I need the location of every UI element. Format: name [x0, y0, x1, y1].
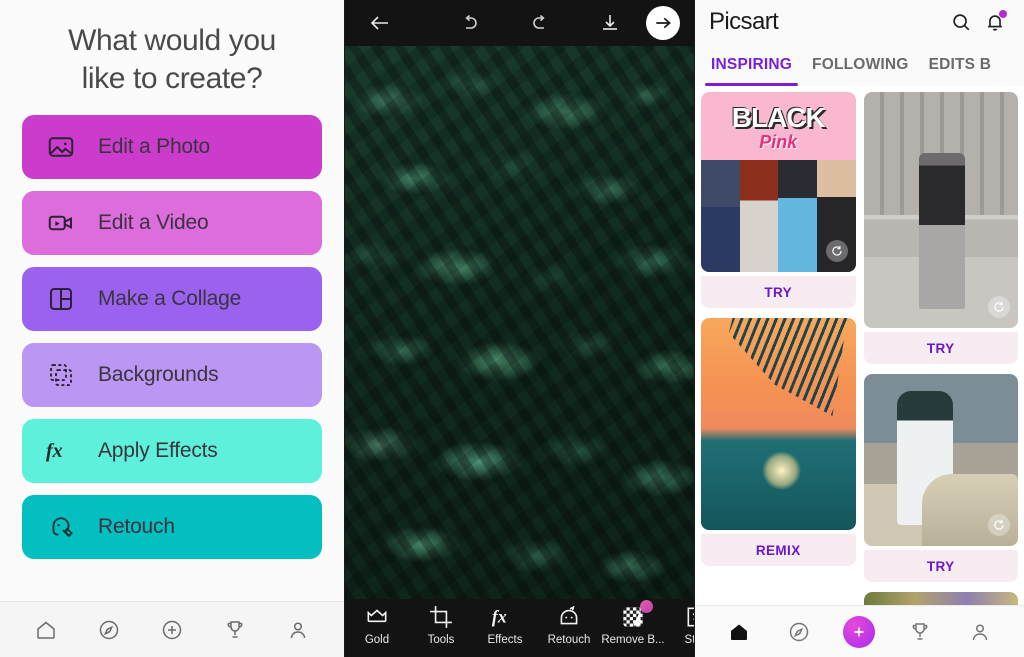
- crown-icon: [363, 603, 391, 631]
- tool-label: Effects: [487, 634, 523, 646]
- action-apply-effects[interactable]: fx Apply Effects: [22, 418, 322, 483]
- tool-label: Stick: [684, 634, 694, 646]
- home-icon[interactable]: [724, 617, 754, 647]
- remove-bg-icon: [619, 600, 653, 631]
- photo-editor-panel: Gold Tools fx Effects Retouch Remove B..…: [345, 0, 694, 657]
- card-artwork: [863, 592, 1018, 605]
- layers-icon: [44, 358, 78, 392]
- card-title: BLACK: [731, 102, 826, 133]
- card-artwork: [701, 318, 856, 530]
- feed-card-partial[interactable]: [863, 592, 1018, 605]
- tool-remove-background[interactable]: Remove B...: [601, 600, 665, 646]
- search-icon[interactable]: [944, 5, 978, 39]
- edited-photo: [345, 46, 694, 599]
- create-panel: What would you like to create? Edit a Ph…: [0, 0, 345, 657]
- three-panel-screenshot: What would you like to create? Edit a Ph…: [0, 0, 1024, 657]
- download-icon[interactable]: [589, 2, 631, 44]
- image-icon: [44, 130, 78, 164]
- feed-tabs: INSPIRING FOLLOWING EDITS B: [695, 44, 1024, 86]
- picsart-feed-panel: Picsart INSPIRING FOLLOWING EDITS B BLAC…: [694, 0, 1024, 657]
- feed-card[interactable]: REMIX: [701, 318, 856, 566]
- replay-icon[interactable]: [825, 240, 848, 262]
- action-label: Apply Effects: [98, 438, 218, 462]
- action-label: Make a Collage: [98, 286, 242, 310]
- tool-retouch[interactable]: Retouch: [537, 603, 601, 646]
- feed-card[interactable]: TRY: [863, 374, 1018, 582]
- action-backgrounds[interactable]: Backgrounds: [22, 342, 322, 407]
- undo-icon[interactable]: [449, 2, 491, 44]
- feed-card[interactable]: BLACK Pink TRY: [701, 92, 856, 308]
- action-edit-a-video[interactable]: Edit a Video: [22, 190, 322, 255]
- back-arrow-icon[interactable]: [359, 2, 401, 44]
- action-edit-a-photo[interactable]: Edit a Photo: [22, 114, 322, 179]
- card-subtitle: Pink: [759, 132, 798, 152]
- tab-edits-by[interactable]: EDITS B: [919, 44, 1002, 86]
- tab-following[interactable]: FOLLOWING: [802, 44, 919, 86]
- picsart-logo: Picsart: [709, 8, 779, 35]
- action-make-a-collage[interactable]: Make a Collage: [22, 266, 322, 331]
- tool-label: Remove B...: [601, 634, 665, 646]
- video-icon: [44, 206, 78, 240]
- tool-label: Tools: [427, 634, 455, 646]
- action-label: Retouch: [98, 514, 175, 538]
- left-bottom-nav: [0, 601, 344, 657]
- compass-icon[interactable]: [95, 616, 123, 644]
- editor-topbar: [345, 0, 694, 46]
- trophy-icon[interactable]: [905, 617, 935, 647]
- home-icon[interactable]: [32, 616, 60, 644]
- tool-gold[interactable]: Gold: [345, 603, 409, 646]
- plus-icon[interactable]: [158, 616, 186, 644]
- editor-canvas[interactable]: [345, 46, 694, 599]
- plus-icon[interactable]: [843, 615, 876, 648]
- card-cta-button[interactable]: REMIX: [701, 534, 856, 566]
- fx-icon: fx: [44, 434, 78, 468]
- tool-tools[interactable]: Tools: [409, 603, 473, 646]
- notification-dot: [999, 10, 1007, 18]
- card-artwork: [863, 374, 1018, 546]
- profile-icon[interactable]: [965, 617, 995, 647]
- collage-icon: [44, 282, 78, 316]
- card-artwork: [863, 92, 1018, 328]
- new-badge: [640, 600, 653, 613]
- action-label: Backgrounds: [98, 362, 219, 386]
- svg-text:fx: fx: [46, 440, 63, 462]
- face-icon: [555, 603, 583, 631]
- tool-label: Retouch: [547, 634, 591, 646]
- card-cta-button[interactable]: TRY: [863, 332, 1018, 364]
- editor-toolbar: Gold Tools fx Effects Retouch Remove B..…: [345, 599, 694, 657]
- action-retouch[interactable]: Retouch: [22, 494, 322, 559]
- tool-label: Gold: [364, 634, 390, 646]
- trophy-icon[interactable]: [221, 616, 249, 644]
- create-action-list: Edit a Photo Edit a Video Make a Collage…: [0, 105, 344, 601]
- tool-effects[interactable]: fx Effects: [473, 603, 537, 646]
- card-cta-button[interactable]: TRY: [701, 276, 856, 308]
- replay-icon[interactable]: [988, 514, 1010, 536]
- bell-icon[interactable]: [978, 5, 1012, 39]
- card-cta-button[interactable]: TRY: [863, 550, 1018, 582]
- card-artwork: BLACK Pink: [701, 92, 856, 272]
- face-retouch-icon: [44, 510, 78, 544]
- tab-inspiring[interactable]: INSPIRING: [701, 44, 802, 86]
- profile-icon[interactable]: [284, 616, 312, 644]
- feed-header: Picsart: [695, 0, 1024, 44]
- feed-bottom-nav: [695, 605, 1024, 657]
- action-label: Edit a Video: [98, 210, 209, 234]
- action-label: Edit a Photo: [98, 134, 211, 158]
- compass-icon[interactable]: [784, 617, 814, 647]
- tool-stickers[interactable]: Stick: [665, 603, 694, 646]
- crop-icon: [427, 603, 455, 631]
- redo-icon[interactable]: [519, 2, 561, 44]
- feed-card[interactable]: TRY: [863, 92, 1018, 364]
- sticker-icon: [683, 603, 694, 631]
- feed-grid[interactable]: BLACK Pink TRY REMIX TRY TRY: [695, 86, 1024, 605]
- fx-icon: fx: [491, 603, 519, 631]
- palm-frond: [728, 318, 850, 416]
- svg-text:fx: fx: [492, 607, 507, 627]
- page-title: What would you like to create?: [68, 24, 276, 96]
- next-arrow-icon[interactable]: [646, 6, 680, 40]
- replay-icon[interactable]: [988, 296, 1010, 318]
